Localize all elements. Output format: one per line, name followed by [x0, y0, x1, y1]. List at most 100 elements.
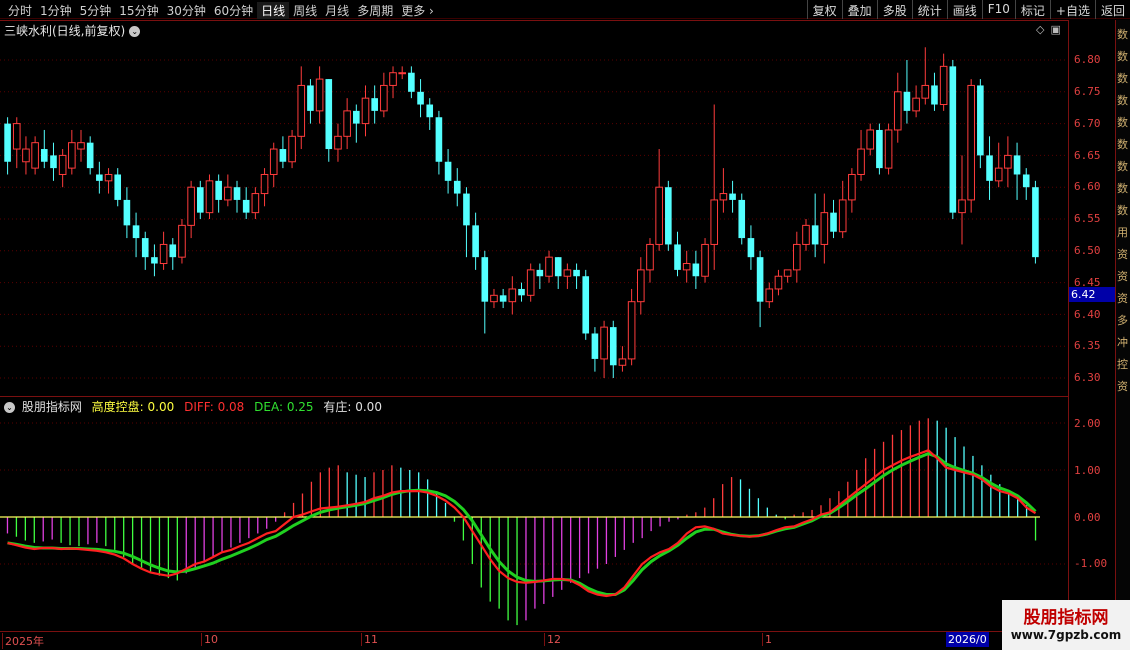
candle-body [765, 288, 774, 303]
candle-body [453, 180, 461, 194]
candle-body [756, 257, 764, 302]
candle-body [876, 129, 883, 169]
candle-body [738, 199, 746, 239]
candle-body [710, 199, 719, 245]
candle-body [949, 66, 957, 213]
candle-body [380, 84, 388, 112]
stock-title-label: 三峡水利(日线,前复权) [4, 24, 126, 38]
candle-body [774, 275, 783, 290]
chevron-down-icon[interactable]: ⌄ [129, 26, 141, 37]
price-tick: 6.70 [1074, 117, 1101, 130]
candle-body [325, 79, 333, 150]
candle-body [58, 154, 67, 175]
candle-body [893, 91, 902, 131]
candle-body [747, 238, 755, 258]
candle-body [636, 269, 645, 303]
window-icon[interactable]: ▣ [1050, 23, 1060, 36]
legend-item-diff: DIFF: 0.08 [184, 400, 245, 414]
indicator-name[interactable]: 股朋指标网 [22, 400, 82, 414]
candle-body [307, 85, 314, 111]
candle-body [627, 301, 636, 360]
date-label: 2025年 [2, 633, 44, 649]
candle-body [939, 65, 948, 106]
candle-body [848, 173, 856, 201]
candle-body [931, 85, 938, 105]
price-tick: 6.80 [1074, 53, 1101, 66]
candle-body [169, 244, 177, 258]
legend-item-control: 高度控盘: 0.00 [91, 400, 175, 414]
candle-body [68, 142, 76, 169]
candle-body [692, 263, 700, 277]
candle-body [205, 180, 214, 214]
candle-body [224, 186, 232, 201]
candle-body [820, 212, 829, 245]
candle-body [242, 199, 250, 213]
candle-body [830, 212, 837, 232]
watermark: 股朋指标网 www.7gpzb.com [1002, 600, 1130, 650]
candle-body [674, 244, 681, 270]
candle-body [361, 97, 370, 125]
candle-body [857, 148, 865, 175]
candle-body [682, 263, 691, 271]
indicator-tick: 1.00 [1074, 464, 1101, 477]
candle-body [187, 186, 195, 226]
price-axis [1068, 20, 1115, 631]
candle-body [417, 91, 424, 105]
price-tick: 6.35 [1074, 339, 1101, 352]
candle-body [518, 288, 525, 296]
candle-body [665, 187, 672, 245]
price-tick: 6.65 [1074, 149, 1101, 162]
dea-line [7, 451, 1037, 596]
candle-body [1013, 155, 1021, 175]
diamond-icon[interactable]: ◇ [1036, 23, 1044, 36]
candle-body [315, 78, 324, 112]
indicator-legend: ⌄ 股朋指标网 高度控盘: 0.00 DIFF: 0.08 DEA: 0.25 … [4, 398, 388, 415]
back-button[interactable]: 返回 [1094, 0, 1130, 19]
candle-body [353, 110, 360, 124]
candle-body [618, 358, 627, 366]
candle-body [554, 257, 562, 277]
date-axis: 2025年 10 11 12 1 2026/0 [0, 631, 1068, 650]
candle-body [838, 199, 847, 233]
candle-body [269, 148, 278, 175]
candle-body [646, 243, 654, 271]
price-tick: 6.30 [1074, 371, 1101, 384]
candle-body [50, 155, 57, 169]
indicator-tick: 0.00 [1074, 511, 1101, 524]
candle-body [472, 225, 479, 258]
candle-body [526, 269, 535, 296]
candle-body [536, 269, 544, 277]
candle-body [609, 327, 617, 366]
legend-item-dealer: 有庄: 0.00 [323, 400, 382, 414]
chevron-down-icon[interactable]: ⌄ [4, 402, 15, 413]
chart-canvas [0, 47, 1068, 626]
candle-body [297, 84, 306, 137]
candle-body [31, 142, 39, 169]
candle-body [986, 155, 993, 181]
candle-body [435, 117, 443, 162]
candle-body [178, 224, 186, 258]
candle-body [151, 257, 158, 264]
candle-body [884, 129, 893, 169]
candle-body [600, 326, 608, 360]
candle-body [215, 180, 222, 200]
candle-body [371, 98, 378, 111]
indicator-tick: -1.00 [1074, 557, 1108, 570]
price-tick: 6.60 [1074, 180, 1101, 193]
stock-title[interactable]: 三峡水利(日线,前复权) ⌄ [4, 22, 141, 39]
candle-body [967, 84, 975, 201]
candle-body [233, 187, 241, 200]
candle-body [260, 173, 269, 195]
candle-body [563, 269, 572, 277]
candle-body [123, 199, 131, 226]
candle-body [499, 295, 507, 302]
candle-body [783, 269, 792, 277]
candle-body [508, 288, 517, 303]
candle-body [719, 193, 728, 201]
candle-body [463, 193, 470, 226]
candle-body [197, 187, 204, 213]
legend-item-dea: DEA: 0.25 [254, 400, 314, 414]
candle-body [977, 85, 984, 156]
candle-body [288, 135, 296, 163]
candle-body [802, 224, 810, 245]
